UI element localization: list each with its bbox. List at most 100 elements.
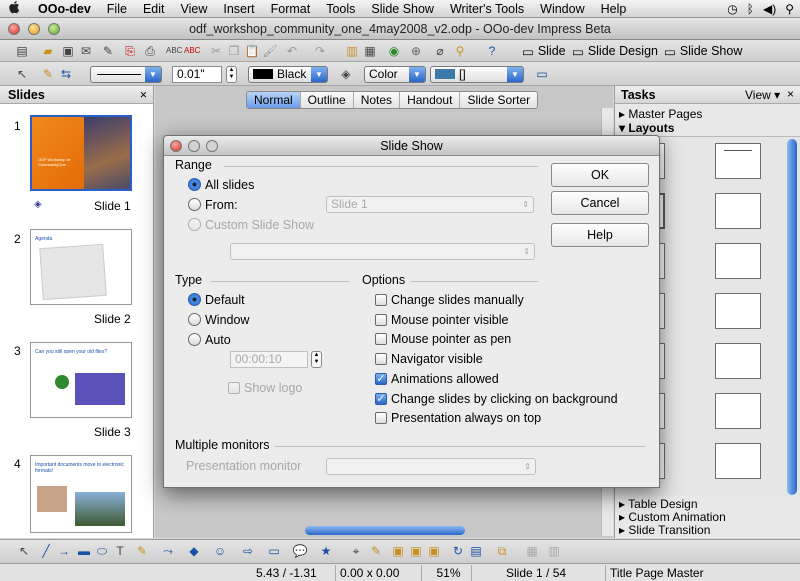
fontwork-icon[interactable]: ▣ — [390, 543, 406, 559]
custom-show-radio[interactable] — [188, 218, 201, 231]
slide-thumbnail[interactable]: Important documents move to electronic f… — [30, 455, 132, 533]
tab-handout[interactable]: Handout — [400, 92, 461, 108]
layout-title-only[interactable] — [715, 143, 761, 179]
globe-icon[interactable]: ◉ — [386, 43, 402, 59]
close-icon[interactable]: × — [140, 86, 147, 104]
bluetooth-icon[interactable]: ᛒ — [747, 2, 754, 16]
tab-outline[interactable]: Outline — [301, 92, 354, 108]
table-icon[interactable]: ▦ — [362, 43, 378, 59]
slide-show-button[interactable]: ▭ Slide Show — [664, 42, 742, 60]
ellipse-icon[interactable]: ⬭ — [94, 543, 110, 559]
volume-icon[interactable]: ◀) — [763, 2, 776, 16]
menu-insert[interactable]: Insert — [215, 0, 262, 18]
area-fill-icon[interactable]: ◈ — [338, 66, 354, 82]
layout-title-text[interactable] — [715, 243, 761, 279]
slide-thumbnail[interactable]: Can you still open your old files? — [30, 342, 132, 418]
option-checkbox[interactable] — [375, 353, 387, 366]
slide-button[interactable]: ▭ Slide — [522, 42, 566, 60]
all-slides-radio[interactable] — [188, 178, 201, 191]
area-style-dropdown[interactable]: Color ▼ — [364, 66, 426, 83]
flowchart-icon[interactable]: ▭ — [266, 543, 282, 559]
spellcheck-icon[interactable]: ABC — [166, 43, 182, 59]
show-logo-checkbox[interactable] — [228, 382, 240, 394]
block-arrows-icon[interactable]: ⇨ — [240, 543, 256, 559]
cut-icon[interactable]: ✂ — [208, 43, 224, 59]
tab-normal[interactable]: Normal — [247, 92, 301, 108]
layout-text-clipart[interactable] — [715, 393, 761, 429]
time-machine-icon[interactable]: ◷ — [727, 2, 737, 16]
menu-writers-tools[interactable]: Writer's Tools — [442, 0, 532, 18]
line-style-dropdown[interactable]: ▼ — [90, 66, 162, 83]
spotlight-icon[interactable]: ⚲ — [785, 2, 794, 16]
menu-help[interactable]: Help — [593, 0, 635, 18]
option-checkbox[interactable] — [375, 294, 387, 306]
tab-notes[interactable]: Notes — [354, 92, 401, 108]
line-color-dropdown[interactable]: Black ▼ — [248, 66, 328, 83]
default-radio[interactable] — [188, 293, 201, 306]
arrow-style-icon[interactable]: ⇆ — [58, 66, 74, 82]
menu-format[interactable]: Format — [263, 0, 319, 18]
section-layouts[interactable]: ▾ Layouts — [619, 121, 674, 135]
new-document-icon[interactable]: ▤ — [14, 43, 30, 59]
zoom-level[interactable]: 51% — [422, 565, 472, 581]
line-width-field[interactable]: 0.01" — [172, 66, 222, 83]
arrow-line-icon[interactable]: → — [56, 543, 72, 559]
area-fill-dropdown[interactable]: [] ▼ — [430, 66, 524, 83]
tab-slide-sorter[interactable]: Slide Sorter — [460, 92, 537, 108]
slide-design-button[interactable]: ▭ Slide Design — [572, 42, 658, 60]
rectangle-icon[interactable]: ▬ — [76, 543, 92, 559]
help-button[interactable]: Help — [551, 223, 649, 247]
group-icon[interactable]: ▥ — [546, 543, 562, 559]
callouts-icon[interactable]: 💬 — [292, 543, 308, 559]
option-checkbox[interactable]: ✓ — [375, 392, 387, 405]
custom-show-select[interactable]: ⇕ — [230, 243, 535, 260]
layout-title-table[interactable] — [715, 293, 761, 329]
menu-file[interactable]: File — [99, 0, 135, 18]
email-icon[interactable]: ✉ — [78, 43, 94, 59]
extrusion-icon[interactable]: ▦ — [524, 543, 540, 559]
arrange-icon[interactable]: ⧉ — [494, 543, 510, 559]
rotate-icon[interactable]: ↻ — [450, 543, 466, 559]
layout-title-2content[interactable] — [715, 193, 761, 229]
align-icon[interactable]: ▤ — [468, 543, 484, 559]
apple-menu-icon[interactable] — [0, 0, 30, 18]
export-pdf-icon[interactable]: ⎘ — [122, 43, 138, 59]
layout-text-object[interactable] — [715, 443, 761, 479]
auto-radio[interactable] — [188, 333, 201, 346]
stars-icon[interactable]: ★ — [318, 543, 334, 559]
menu-window[interactable]: Window — [532, 0, 592, 18]
section-slide-transition[interactable]: ▸ Slide Transition — [619, 523, 710, 537]
from-radio[interactable] — [188, 198, 201, 211]
close-icon[interactable]: × — [787, 87, 794, 101]
app-menu[interactable]: OOo-dev — [30, 0, 99, 18]
ok-button[interactable]: OK — [551, 163, 649, 187]
chart-icon[interactable]: ▥ — [344, 43, 360, 59]
print-icon[interactable]: ⎙ — [142, 43, 158, 59]
layout-text-chart-2[interactable] — [715, 343, 761, 379]
glue-points-icon[interactable]: ✎ — [368, 543, 384, 559]
text-tool-icon[interactable]: T — [112, 543, 128, 559]
pause-time-field[interactable]: 00:00:10 — [230, 351, 308, 368]
presentation-monitor-select[interactable]: ⇕ — [326, 458, 536, 475]
navigator-icon[interactable]: ⊕ — [408, 43, 424, 59]
view-menu[interactable]: View ▾ — [745, 88, 780, 102]
line-width-stepper[interactable]: ▲ ▼ — [226, 66, 237, 83]
save-icon[interactable]: ▣ — [60, 43, 76, 59]
cancel-button[interactable]: Cancel — [551, 191, 649, 215]
from-slide-select[interactable]: Slide 1 ⇕ — [326, 196, 534, 213]
help-icon[interactable]: ? — [484, 43, 500, 59]
curve-icon[interactable]: ✎ — [134, 543, 150, 559]
slide-thumbnail[interactable]: Agenda — [30, 229, 132, 305]
slide-thumbnail[interactable]: ODF Workshop at CommunityOne — [30, 115, 132, 191]
clone-format-icon[interactable]: 🖌 — [262, 43, 278, 59]
window-radio[interactable] — [188, 313, 201, 326]
menu-view[interactable]: View — [173, 0, 216, 18]
option-checkbox[interactable] — [375, 333, 387, 346]
paste-icon[interactable]: 📋 — [244, 43, 260, 59]
autospell-icon[interactable]: ABC — [184, 43, 200, 59]
menu-slide-show[interactable]: Slide Show — [363, 0, 442, 18]
basic-shapes-icon[interactable]: ◆ — [186, 543, 202, 559]
horizontal-scroll-thumb[interactable] — [305, 526, 465, 535]
option-checkbox[interactable]: ✓ — [375, 372, 387, 385]
section-table-design[interactable]: ▸ Table Design — [619, 497, 698, 511]
